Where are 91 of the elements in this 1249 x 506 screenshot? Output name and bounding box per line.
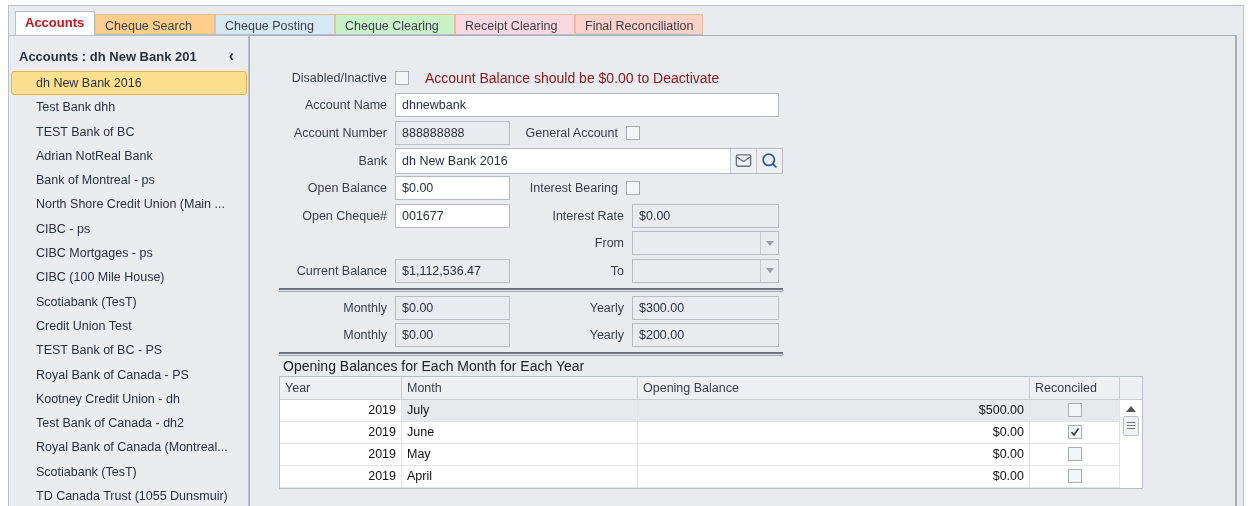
field-label: Yearly	[588, 328, 624, 343]
sidebar-item[interactable]: Kootney Credit Union - dh	[11, 386, 247, 412]
sidebar-item[interactable]: TEST Bank of BC - PS	[11, 338, 247, 363]
sidebar-item[interactable]: Royal Bank of Canada (Montreal...	[11, 435, 247, 460]
sidebar-item[interactable]: Scotiabank (TesT)	[11, 289, 247, 314]
open-balance-field[interactable]: $0.00	[395, 176, 510, 201]
field-label: Monthly	[342, 300, 387, 315]
checkbox[interactable]	[626, 126, 640, 140]
checkbox[interactable]	[395, 70, 409, 85]
checkbox[interactable]	[1067, 425, 1082, 440]
envelope-icon	[735, 152, 752, 170]
sidebar-item[interactable]: dh New Bank 2016	[11, 71, 247, 96]
current-balance-field[interactable]: $1,112,536.47	[395, 258, 510, 283]
collapse-button[interactable]: ‹	[228, 47, 234, 65]
sidebar-item[interactable]: Test Bank dhh	[11, 95, 247, 120]
field-label: Interest Rate	[551, 208, 624, 223]
field-label: General Account	[524, 126, 618, 140]
field-label: To	[609, 263, 624, 278]
mail-button[interactable]	[730, 148, 756, 173]
account-name-field[interactable]: dhnewbank	[395, 93, 779, 118]
scrollbar-thumb[interactable]	[1123, 415, 1139, 436]
sidebar-item[interactable]: TEST Bank of BC	[11, 119, 247, 144]
table-cell: $500.00	[638, 399, 1030, 422]
monthly-field[interactable]: $0.00	[395, 295, 510, 320]
yearly-field[interactable]: $200.00	[632, 323, 779, 348]
table-cell: $0.00	[638, 421, 1030, 444]
scroll-up-icon[interactable]	[1126, 405, 1136, 412]
sidebar-title: Accounts : dh New Bank 201	[19, 48, 197, 64]
column-header[interactable]: Month	[402, 376, 638, 400]
sidebar-item[interactable]: TD Canada Trust (1055 Dunsmuir)	[11, 484, 247, 506]
account-number-field[interactable]: 888888888	[395, 121, 510, 145]
table-cell: 2019	[280, 399, 402, 422]
field-label: Yearly	[588, 300, 624, 315]
tab[interactable]: Cheque Clearing	[335, 14, 455, 35]
checkbox[interactable]	[626, 181, 640, 196]
table-cell: May	[402, 443, 638, 466]
column-header[interactable]: Opening Balance	[638, 376, 1030, 400]
caret-icon	[765, 240, 774, 246]
tab[interactable]: Cheque Posting	[215, 14, 335, 35]
tab[interactable]: Receipt Clearing	[455, 14, 575, 35]
to-dropdown[interactable]	[632, 258, 779, 283]
table-cell: June	[402, 421, 638, 444]
checkbox[interactable]	[1067, 403, 1082, 418]
table-title: Opening Balances for Each Month for Each Year	[283, 357, 586, 374]
sidebar-item[interactable]: CIBC (100 Mile House)	[11, 265, 247, 290]
table-cell: 2019	[280, 421, 402, 444]
table-cell: 2019	[280, 443, 402, 466]
warning-text: Account Balance should be $0.00 to Deactivate	[425, 69, 720, 86]
interest-rate-field[interactable]: $0.00	[632, 203, 779, 228]
bank-field[interactable]: dh New Bank 2016	[395, 147, 783, 174]
table-cell: July	[402, 399, 638, 422]
search-button[interactable]	[756, 148, 782, 173]
tab[interactable]: Cheque Search	[95, 14, 215, 35]
column-header[interactable]: Year	[280, 376, 402, 400]
checkbox[interactable]	[1067, 469, 1082, 484]
from-dropdown[interactable]	[632, 231, 779, 256]
field-label: Account Name	[304, 98, 387, 113]
sidebar-item[interactable]: Test Bank of Canada - dh2	[11, 411, 247, 436]
table-cell: April	[402, 465, 638, 488]
field-label: Open Cheque#	[301, 208, 387, 223]
field-label: Monthly	[342, 328, 387, 343]
sidebar-item[interactable]: North Shore Credit Union (Main ...	[11, 192, 247, 217]
tab[interactable]: Final Reconciliation	[575, 14, 704, 35]
yearly-field[interactable]: $300.00	[632, 295, 779, 320]
table-cell: 2019	[280, 465, 402, 488]
sidebar-item[interactable]: Scotiabank (TesT)	[11, 459, 247, 485]
field-label: From	[593, 236, 624, 251]
field-label: Open Balance	[306, 181, 387, 196]
sidebar-item[interactable]: Credit Union Test	[11, 313, 247, 339]
field-label: Interest Bearing	[528, 181, 618, 196]
table-cell: $0.00	[638, 443, 1030, 466]
field-label: Disabled/Inactive	[290, 70, 387, 85]
field-label: Account Number	[292, 126, 387, 140]
search-icon	[761, 152, 778, 170]
open-cheque-field[interactable]: 001677	[395, 203, 510, 228]
tab[interactable]: Accounts	[15, 11, 95, 35]
column-header[interactable]: Reconciled	[1030, 376, 1120, 400]
sidebar-item[interactable]: CIBC Mortgages - ps	[11, 241, 247, 266]
monthly-field[interactable]: $0.00	[395, 323, 510, 348]
bank-value: dh New Bank 2016	[401, 153, 509, 168]
checkmark-icon	[1069, 427, 1080, 438]
field-label: Current Balance	[295, 263, 387, 278]
sidebar-item[interactable]: Bank of Montreal - ps	[11, 168, 247, 193]
table-cell: $0.00	[638, 465, 1030, 488]
sidebar-item[interactable]: Adrian NotReal Bank	[11, 143, 247, 169]
caret-icon	[765, 268, 774, 274]
sidebar-item[interactable]: CIBC - ps	[11, 216, 247, 242]
field-label: Bank	[357, 153, 387, 168]
sidebar-item[interactable]: Royal Bank of Canada - PS	[11, 362, 247, 387]
checkbox[interactable]	[1067, 447, 1082, 462]
header-filler	[1120, 376, 1142, 400]
